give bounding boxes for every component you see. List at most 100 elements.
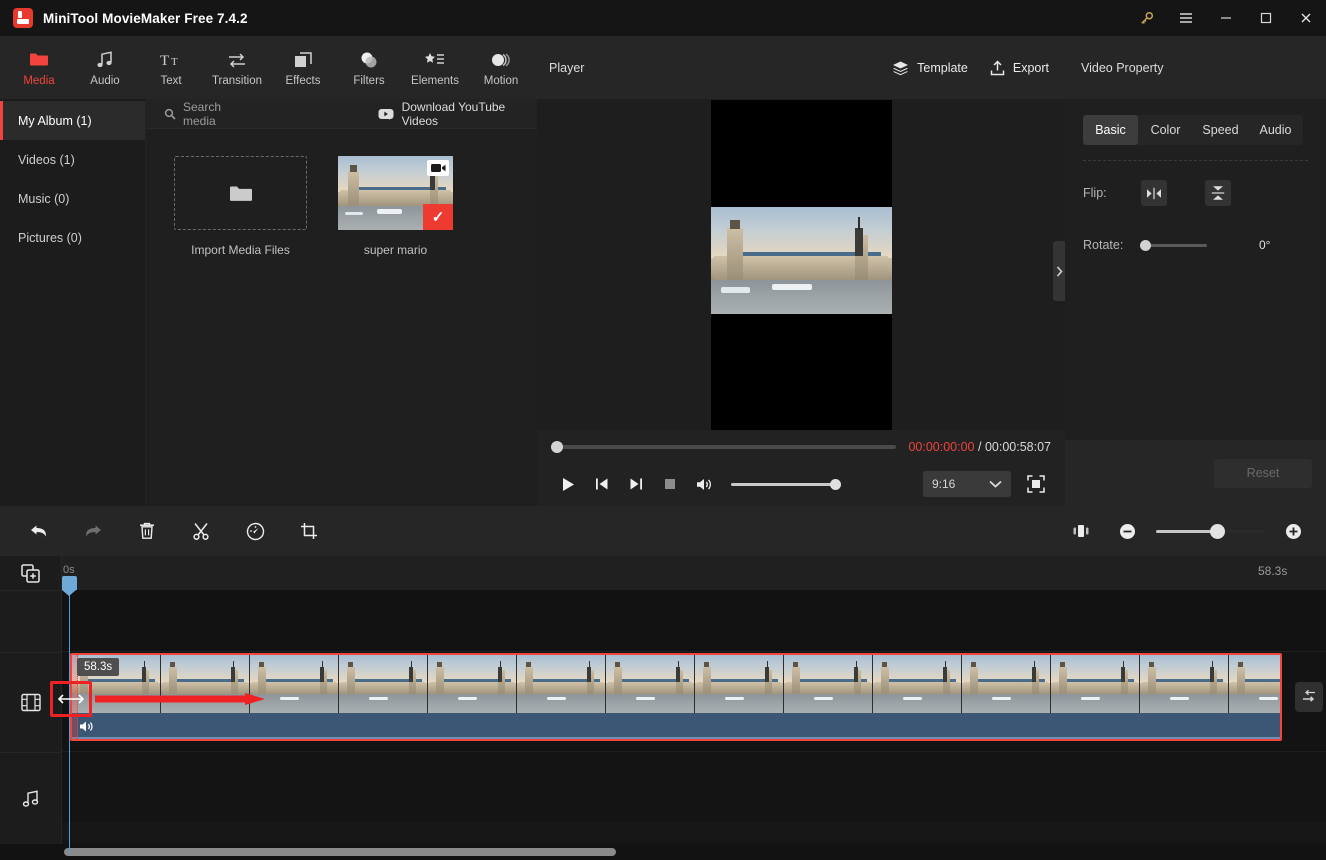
- timeline-lane-overlay[interactable]: [62, 590, 1326, 652]
- download-youtube-videos-button[interactable]: Download YouTube Videos: [378, 100, 537, 128]
- library-category-pictures[interactable]: Pictures (0): [0, 218, 145, 257]
- elements-icon: [424, 49, 446, 71]
- rotate-slider[interactable]: [1140, 239, 1207, 251]
- import-media-cell: Import Media Files: [174, 156, 307, 257]
- tab-speed[interactable]: Speed: [1193, 115, 1248, 145]
- rotate-handle[interactable]: [1140, 239, 1151, 251]
- speed-button[interactable]: [238, 514, 272, 548]
- volume-slider[interactable]: [731, 478, 841, 490]
- timeline-toolbar: [0, 506, 1326, 556]
- annotation-highlight-box: [50, 681, 92, 717]
- menu-button[interactable]: [1166, 0, 1206, 36]
- library-category-videos[interactable]: Videos (1): [0, 140, 145, 179]
- annotation-arrow: [95, 693, 265, 705]
- ruler-end-label: 58.3s: [1258, 564, 1288, 578]
- search-media-input[interactable]: Search media: [164, 100, 253, 128]
- template-button[interactable]: Template: [892, 60, 968, 76]
- redo-button[interactable]: [76, 514, 110, 548]
- ribbon-tab-text[interactable]: TT Text: [138, 38, 204, 98]
- scrollbar-thumb[interactable]: [64, 848, 616, 856]
- import-media-label: Import Media Files: [191, 243, 290, 257]
- maximize-button[interactable]: [1246, 0, 1286, 36]
- crop-button[interactable]: [292, 514, 326, 548]
- zoom-in-button[interactable]: [1276, 514, 1310, 548]
- effects-icon: [293, 49, 313, 71]
- ribbon-tab-transition[interactable]: Transition: [204, 38, 270, 98]
- seek-handle[interactable]: [551, 441, 563, 453]
- category-label: My Album (1): [18, 113, 92, 128]
- time-readout: 00:00:00:00 / 00:00:58:07: [908, 440, 1051, 454]
- zoom-out-button[interactable]: [1110, 514, 1144, 548]
- ribbon-label: Audio: [90, 74, 120, 87]
- youtube-download-icon: [378, 108, 394, 120]
- filters-icon: [359, 49, 379, 71]
- ribbon-label: Text: [160, 74, 182, 87]
- category-label: Music (0): [18, 191, 70, 206]
- timeline-horizontal-scrollbar[interactable]: [0, 844, 1326, 860]
- clip-mute-icon[interactable]: [79, 720, 94, 733]
- ribbon-tab-motion[interactable]: Motion: [468, 38, 534, 98]
- folder-open-icon: [228, 182, 254, 204]
- media-thumbnail-super-mario[interactable]: ✓: [338, 156, 453, 230]
- tab-audio[interactable]: Audio: [1248, 115, 1303, 145]
- zoom-slider-fill: [1156, 529, 1217, 533]
- ribbon-tab-audio[interactable]: Audio: [72, 38, 138, 98]
- reset-button[interactable]: Reset: [1214, 458, 1312, 488]
- time-separator: /: [977, 440, 982, 454]
- ribbon-tab-filters[interactable]: Filters: [336, 38, 402, 98]
- tab-basic[interactable]: Basic: [1083, 115, 1138, 145]
- snap-toggle-button[interactable]: [1295, 682, 1323, 712]
- ribbon-toolbar: Media Audio TT Text Transition Effects F…: [0, 36, 537, 99]
- library-category-music[interactable]: Music (0): [0, 179, 145, 218]
- template-label: Template: [917, 60, 968, 75]
- library-category-my-album[interactable]: My Album (1): [0, 101, 145, 140]
- ribbon-tab-media[interactable]: Media: [6, 38, 72, 98]
- import-media-files-button[interactable]: [174, 156, 307, 230]
- tab-label: Basic: [1095, 123, 1126, 137]
- tab-label: Speed: [1202, 123, 1239, 137]
- category-label: Pictures (0): [18, 230, 82, 245]
- ribbon-tab-elements[interactable]: Elements: [402, 38, 468, 98]
- flip-vertical-button[interactable]: [1205, 180, 1231, 206]
- timeline-zoom-slider[interactable]: [1156, 523, 1264, 539]
- fit-to-timeline-button[interactable]: [1064, 514, 1098, 548]
- add-track-button[interactable]: [0, 556, 61, 590]
- player-stage: [537, 99, 1065, 430]
- panel-collapse-toggle[interactable]: [1053, 241, 1065, 301]
- ribbon-tab-effects[interactable]: Effects: [270, 38, 336, 98]
- volume-handle[interactable]: [830, 478, 841, 490]
- tab-color[interactable]: Color: [1138, 115, 1193, 145]
- timeline-toolbar-right: [1064, 514, 1326, 548]
- timeline-lane-extra[interactable]: [62, 822, 1326, 840]
- fullscreen-button[interactable]: [1021, 469, 1051, 499]
- minimize-button[interactable]: [1206, 0, 1246, 36]
- export-button[interactable]: Export: [990, 59, 1049, 76]
- volume-button[interactable]: [687, 467, 721, 501]
- transition-icon: [226, 49, 248, 71]
- clip-audio-track[interactable]: [72, 713, 1280, 739]
- zoom-slider-handle[interactable]: [1210, 523, 1225, 539]
- close-button[interactable]: [1286, 0, 1326, 36]
- flip-label: Flip:: [1083, 186, 1107, 200]
- timeline-track-header-audio[interactable]: [0, 752, 61, 844]
- aspect-ratio-select[interactable]: 9:16: [923, 471, 1011, 497]
- seek-slider[interactable]: [551, 441, 897, 453]
- player-title: Player: [549, 60, 585, 75]
- folder-icon: [29, 49, 49, 71]
- flip-horizontal-button[interactable]: [1141, 180, 1167, 206]
- next-frame-button[interactable]: [619, 467, 653, 501]
- previous-frame-button[interactable]: [585, 467, 619, 501]
- split-button[interactable]: [184, 514, 218, 548]
- timeline-ruler[interactable]: [0, 556, 1326, 590]
- playhead-handle[interactable]: [62, 576, 77, 596]
- ribbon-label: Filters: [353, 74, 385, 87]
- app-logo-icon: [13, 8, 33, 28]
- undo-button[interactable]: [22, 514, 56, 548]
- text-icon: TT: [160, 49, 182, 71]
- timeline-lane-audio[interactable]: [62, 752, 1326, 822]
- video-preview[interactable]: [710, 99, 892, 430]
- license-key-button[interactable]: [1126, 0, 1166, 36]
- delete-button[interactable]: [130, 514, 164, 548]
- stop-button[interactable]: [653, 467, 687, 501]
- play-button[interactable]: [551, 467, 585, 501]
